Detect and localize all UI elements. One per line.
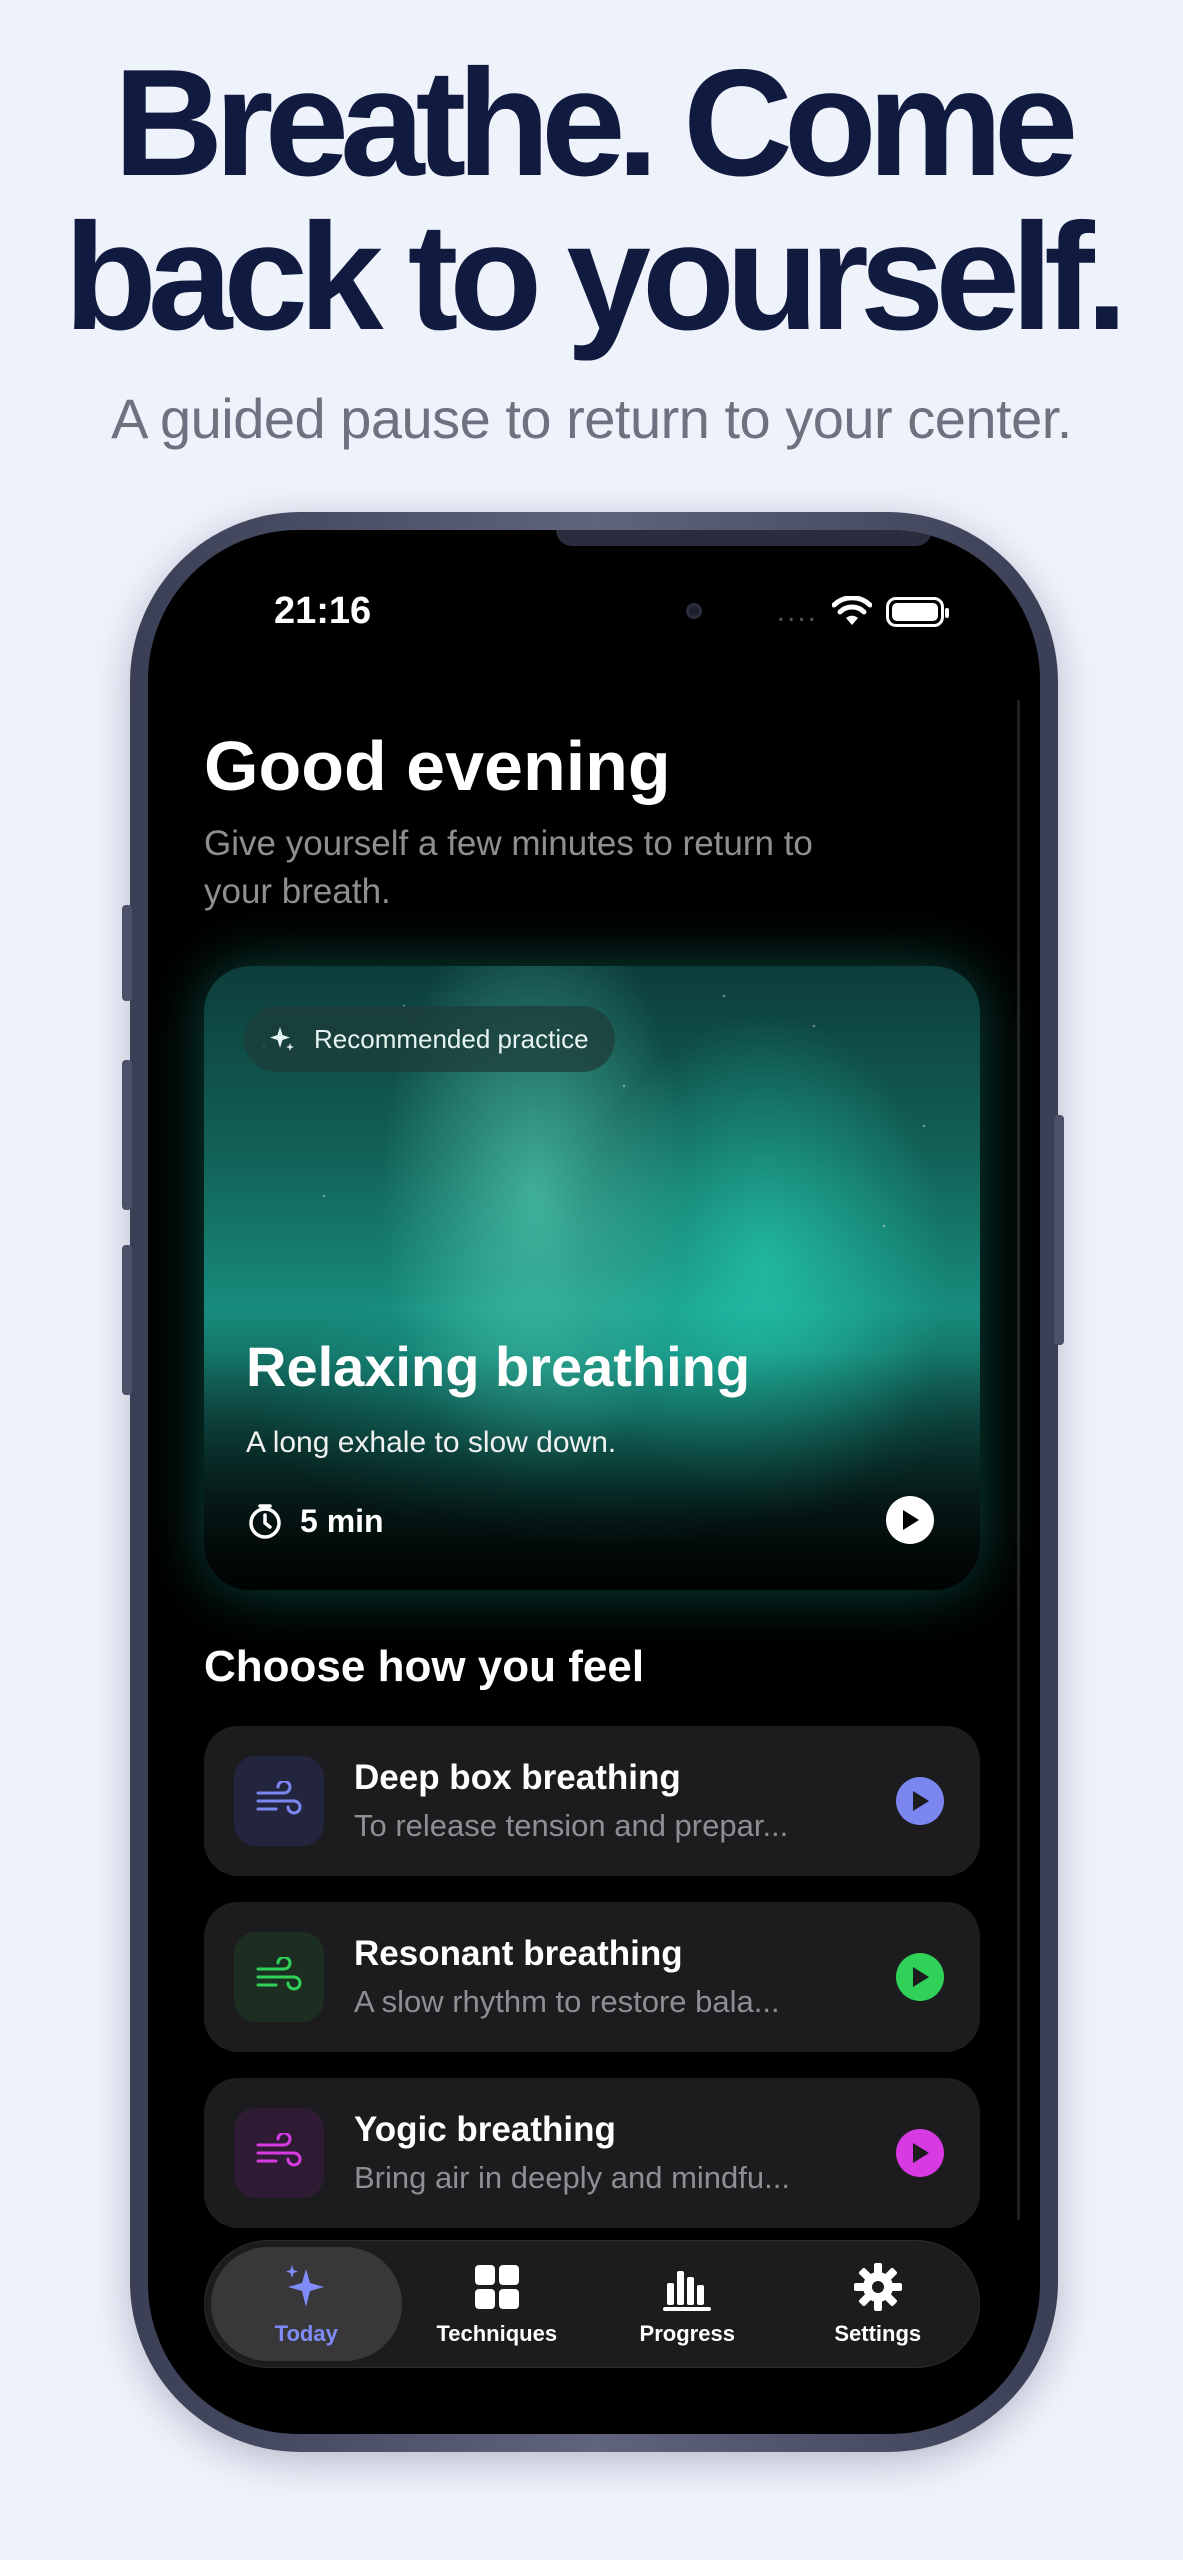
- practice-title: Yogic breathing: [354, 2110, 616, 2149]
- headline-line-2: back to yourself.: [64, 192, 1128, 362]
- practice-row-yogic[interactable]: Yogic breathing Bring air in deeply and …: [204, 2078, 980, 2228]
- play-icon: [913, 1791, 929, 1811]
- sparkles-icon: [286, 2265, 325, 2307]
- wind-icon: [256, 1957, 302, 1991]
- bar-chart-icon: [663, 2271, 712, 2311]
- featured-play-button[interactable]: [886, 1496, 934, 1544]
- play-icon: [913, 2143, 929, 2163]
- volume-up-button: [122, 1060, 132, 1210]
- gear-icon: [853, 2263, 902, 2311]
- play-button[interactable]: [896, 1777, 944, 1825]
- scroll-indicator[interactable]: [1017, 700, 1020, 2220]
- featured-practice-card[interactable]: Recommended practice Relaxing breathing …: [204, 966, 980, 1590]
- action-button: [122, 905, 132, 1001]
- status-icons: ....: [776, 590, 949, 634]
- practice-icon-tile: [234, 1756, 324, 1846]
- volume-down-button: [122, 1245, 132, 1395]
- featured-title: Relaxing breathing: [246, 1335, 751, 1398]
- tab-label: Techniques: [436, 2321, 558, 2346]
- play-icon: [913, 1967, 929, 1987]
- practice-subtitle: Bring air in deeply and mindfu...: [354, 2160, 790, 2195]
- headline-line-1: Breathe. Come: [113, 38, 1079, 208]
- featured-duration: 5 min: [246, 1502, 384, 1540]
- notch: [556, 530, 932, 546]
- tab-settings[interactable]: Settings: [783, 2247, 974, 2361]
- status-time: 21:16: [274, 590, 372, 632]
- play-button[interactable]: [896, 1953, 944, 2001]
- grid-icon: [474, 2265, 519, 2309]
- signal-dots: ....: [776, 595, 818, 628]
- tab-today[interactable]: Today: [211, 2247, 402, 2361]
- practice-subtitle: A slow rhythm to restore bala...: [354, 1984, 780, 2019]
- tab-progress[interactable]: Progress: [592, 2247, 783, 2361]
- wind-icon: [256, 2133, 302, 2167]
- tab-bar: Today Techniques Progress Settings: [204, 2240, 980, 2368]
- featured-description: A long exhale to slow down.: [246, 1426, 617, 1459]
- duration-label: 5 min: [300, 1502, 384, 1539]
- tab-label: Settings: [834, 2321, 922, 2346]
- tab-techniques[interactable]: Techniques: [402, 2247, 593, 2361]
- greeting-title: Good evening: [204, 727, 671, 805]
- wifi-icon: [832, 596, 872, 625]
- sparkle-icon: [270, 1027, 294, 1051]
- practice-subtitle: To release tension and prepar...: [354, 1808, 789, 1843]
- power-button: [1054, 1115, 1064, 1345]
- practice-icon-tile: [234, 2108, 324, 2198]
- hero-subheading: A guided pause to return to your center.: [111, 387, 1072, 450]
- practice-title: Resonant breathing: [354, 1934, 683, 1973]
- practice-row-deep-box[interactable]: Deep box breathing To release tension an…: [204, 1726, 980, 1876]
- play-icon: [903, 1510, 919, 1530]
- badge-label: Recommended practice: [314, 1023, 589, 1054]
- hero-headline: Breathe. Come back to yourself.: [0, 46, 1183, 354]
- battery-icon: [886, 597, 949, 627]
- timer-icon: [249, 1504, 281, 1539]
- greeting-subtitle: Give yourself a few minutes to return to…: [204, 824, 813, 911]
- front-camera: [686, 603, 702, 619]
- practice-icon-tile: [234, 1932, 324, 2022]
- tab-label: Progress: [639, 2321, 735, 2346]
- wind-icon: [256, 1781, 302, 1815]
- practice-row-resonant[interactable]: Resonant breathing A slow rhythm to rest…: [204, 1902, 980, 2052]
- play-button[interactable]: [896, 2129, 944, 2177]
- recommended-badge: Recommended practice: [244, 1006, 615, 1072]
- phone-screen: 21:16 .... Good evening Give yourself a …: [148, 530, 1040, 2434]
- practice-title: Deep box breathing: [354, 1758, 681, 1797]
- tab-label: Today: [274, 2321, 338, 2346]
- section-title: Choose how you feel: [204, 1642, 645, 1691]
